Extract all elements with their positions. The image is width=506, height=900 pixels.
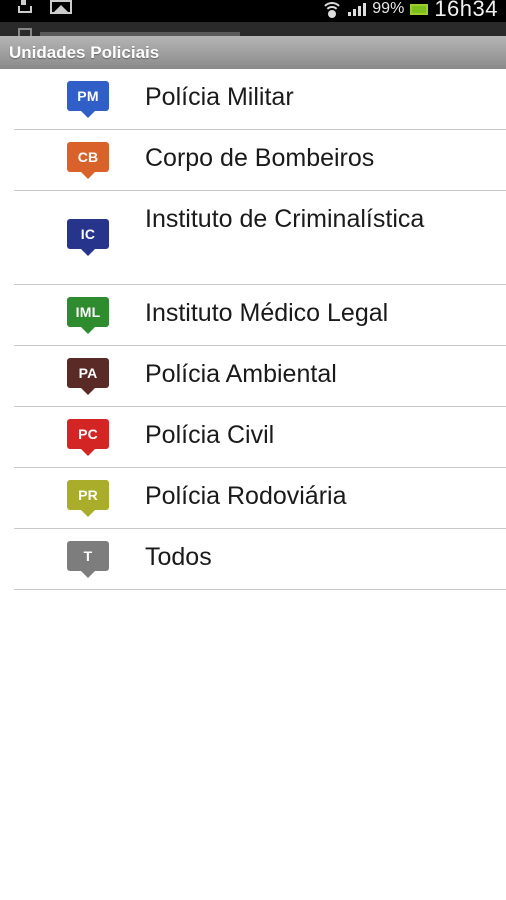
clock: 16h34: [434, 0, 498, 21]
notification-shade-edge: [0, 22, 506, 36]
pc-badge-icon: PC: [67, 419, 109, 456]
list-item-corpo-de-bombeiros[interactable]: CB Corpo de Bombeiros: [14, 130, 506, 191]
list-item-policia-ambiental[interactable]: PA Polícia Ambiental: [14, 346, 506, 407]
list-item-policia-rodoviaria[interactable]: PR Polícia Rodoviária: [14, 468, 506, 529]
list-item-label: Corpo de Bombeiros: [145, 144, 375, 172]
iml-badge-icon: IML: [67, 297, 109, 334]
list-item-label: Instituto de Criminalística: [145, 205, 425, 233]
page-title: Unidades Policiais: [0, 36, 506, 69]
pm-badge-icon: PM: [67, 81, 109, 118]
notification-icons: [18, 0, 72, 14]
list-item-label: Polícia Rodoviária: [145, 482, 347, 510]
pa-badge-icon: PA: [67, 358, 109, 395]
list-item-policia-civil[interactable]: PC Polícia Civil: [14, 407, 506, 468]
todos-badge-icon: T: [67, 541, 109, 578]
unit-list: PM Polícia Militar CB Corpo de Bombeiros…: [0, 69, 506, 590]
battery-percentage: 99%: [372, 0, 405, 17]
list-item-label: Instituto Médico Legal: [145, 299, 389, 327]
list-item-policia-militar[interactable]: PM Polícia Militar: [14, 69, 506, 130]
list-item-todos[interactable]: T Todos: [14, 529, 506, 590]
list-item-label: Polícia Ambiental: [145, 360, 337, 388]
list-item-instituto-medico-legal[interactable]: IML Instituto Médico Legal: [14, 285, 506, 346]
list-item-label: Todos: [145, 543, 212, 571]
ic-badge-icon: IC: [67, 219, 109, 256]
list-item-label: Polícia Civil: [145, 421, 275, 449]
list-item-instituto-de-criminalistica[interactable]: IC Instituto de Criminalística: [14, 191, 506, 285]
wifi-icon: [321, 2, 344, 18]
status-bar: 99% 16h34: [0, 0, 506, 22]
pr-badge-icon: PR: [67, 480, 109, 517]
image-notification-icon: [50, 0, 72, 14]
signal-icon: [348, 2, 367, 16]
battery-icon: [410, 3, 429, 15]
cb-badge-icon: CB: [67, 142, 109, 179]
notification-icon: [18, 0, 36, 13]
list-item-label: Polícia Militar: [145, 83, 294, 111]
